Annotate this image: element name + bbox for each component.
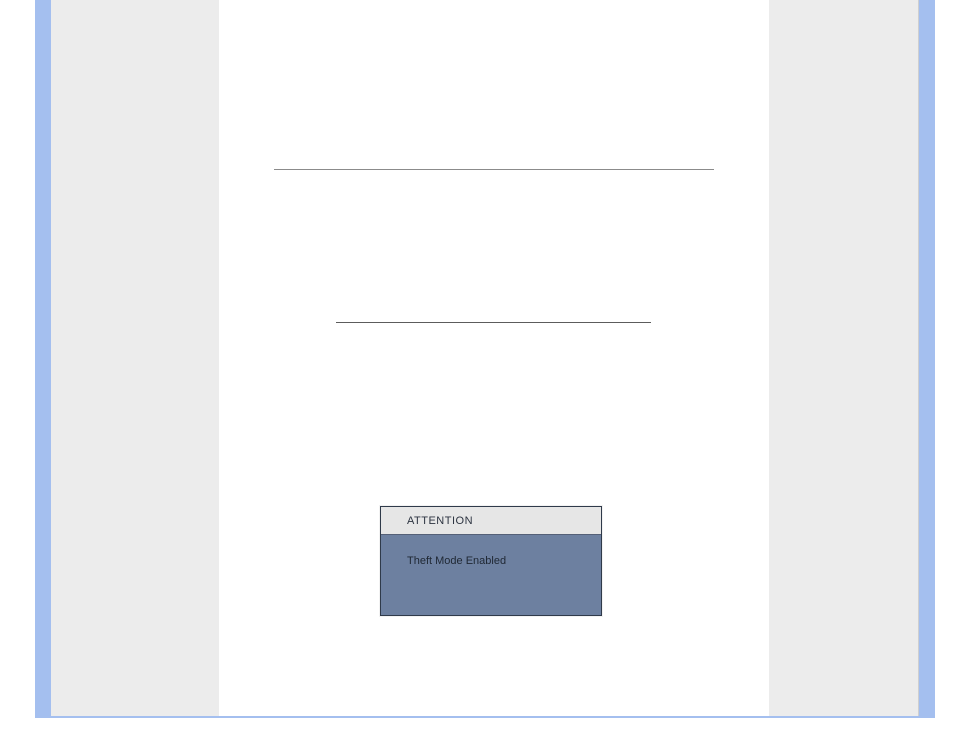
dialog-message: Theft Mode Enabled [381,535,601,567]
attention-dialog: ATTENTION Theft Mode Enabled [380,506,602,616]
dialog-title: ATTENTION [381,507,601,535]
divider-line-1 [274,169,714,170]
divider-line-2 [336,322,651,323]
